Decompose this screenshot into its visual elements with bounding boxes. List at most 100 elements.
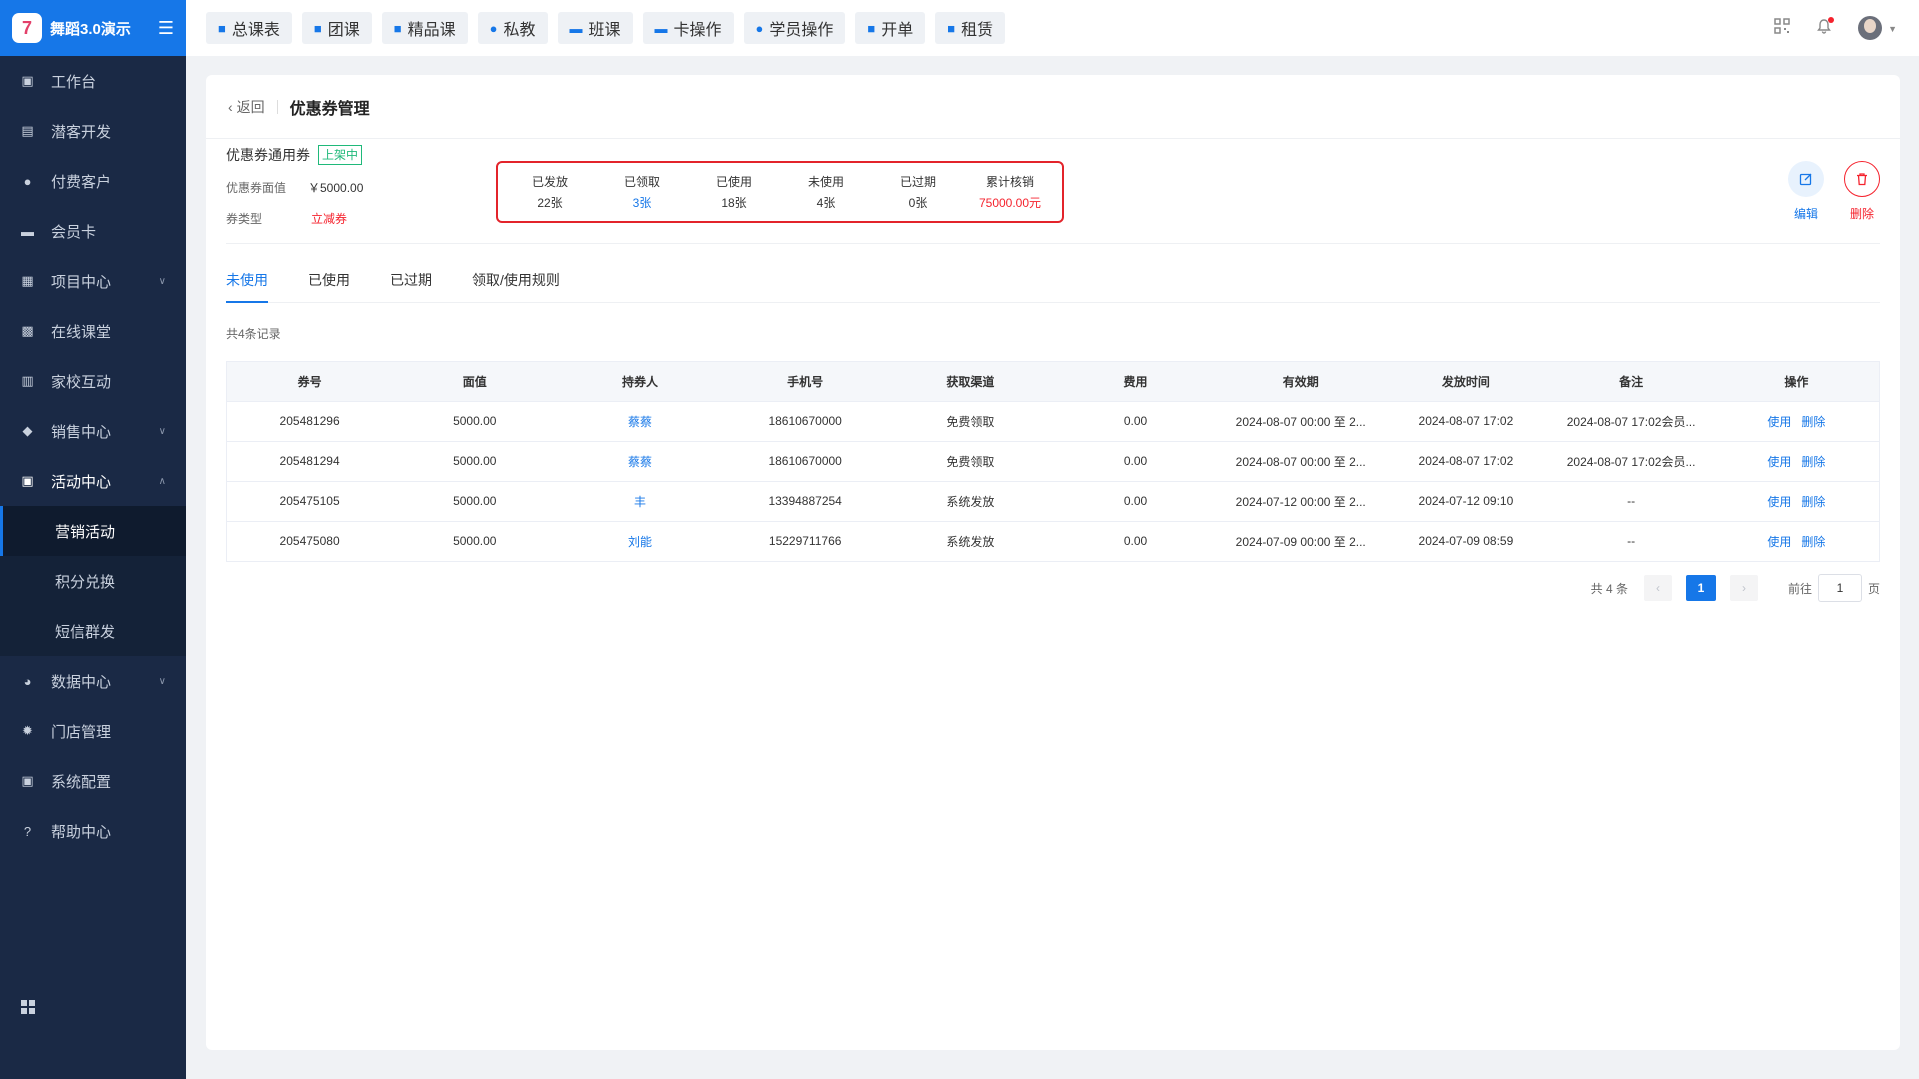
cell-value: 5000.00 — [453, 534, 497, 549]
cell-value: 5000.00 — [392, 441, 558, 482]
tab-expired[interactable]: 已过期 — [390, 263, 432, 303]
cell-holder-link[interactable]: 蔡蔡 — [557, 441, 723, 482]
cell-note: 2024-08-07 17:02会员... — [1548, 401, 1714, 442]
sidebar-item-paid-customers[interactable]: ● 付费客户 — [0, 156, 186, 206]
stat-value: 18张 — [721, 196, 747, 210]
next-page-button[interactable]: › — [1729, 575, 1758, 601]
cell-issued: 2024-07-12 09:10 — [1383, 481, 1549, 522]
use-link[interactable]: 使用 — [1767, 415, 1791, 429]
sidebar-item-online-class[interactable]: ▩ 在线课堂 — [0, 306, 186, 356]
stat-value: 0张 — [908, 196, 928, 210]
sidebar-item-label: 工作台 — [51, 73, 97, 91]
sidebar-item-system[interactable]: ▣ 系统配置 — [0, 756, 186, 806]
prev-page-button[interactable]: ‹ — [1643, 575, 1672, 601]
top-tab-label: 班课 — [588, 22, 621, 39]
cell-issued: 2024-08-07 17:02 — [1383, 401, 1549, 442]
top-tab-label: 私教 — [503, 22, 536, 39]
sidebar-item-activities[interactable]: ▣ 活动中心 ∧ — [0, 456, 186, 506]
column-header: 发放时间 — [1383, 362, 1549, 402]
stat-value: 22张 — [537, 196, 563, 210]
cell-actions: 使用 删除 — [1714, 521, 1879, 561]
sidebar-item-sales[interactable]: ◆ 销售中心 ∨ — [0, 406, 186, 456]
sidebar-subitem-points[interactable]: 积分兑换 — [0, 556, 186, 606]
book-open-icon: ■ — [313, 20, 322, 36]
receipt-icon: ■ — [867, 20, 876, 36]
edit-button[interactable]: 编辑 — [1788, 161, 1824, 222]
user-icon: ● — [755, 20, 764, 36]
top-tab-rental[interactable]: ■ 租赁 — [935, 12, 1006, 44]
top-tab-private[interactable]: ● 私教 — [477, 12, 548, 44]
cell-coupon-no: 205475080 — [279, 534, 340, 549]
sidebar-subitem-sms[interactable]: 短信群发 — [0, 606, 186, 656]
use-link[interactable]: 使用 — [1767, 455, 1791, 469]
face-value-row: 优惠券面值 ￥5000.00 — [226, 179, 363, 196]
sidebar-item-store[interactable]: ✹ 门店管理 — [0, 706, 186, 756]
use-link[interactable]: 使用 — [1767, 535, 1791, 549]
bell-icon[interactable] — [1816, 16, 1835, 39]
sidebar-item-projects[interactable]: ▦ 项目中心 ∨ — [0, 256, 186, 306]
brand-name: 舞蹈3.0演示 — [50, 20, 131, 38]
delete-button[interactable]: 删除 — [1844, 161, 1880, 222]
top-tab-student-ops[interactable]: ● 学员操作 — [743, 12, 846, 44]
sidebar-item-data-center[interactable]: ◕ 数据中心 ∨ — [0, 656, 186, 706]
cell-channel: 免费领取 — [887, 401, 1053, 442]
cell-issued: 2024-08-07 17:02 — [1383, 441, 1549, 482]
sidebar-item-workbench[interactable]: ▣ 工作台 — [0, 56, 186, 106]
face-value-label: 优惠券面值 — [226, 181, 287, 195]
top-tab-group-class[interactable]: ■ 团课 — [301, 12, 372, 44]
delete-link[interactable]: 删除 — [1801, 415, 1825, 429]
stat-used: 已使用 18张 — [688, 163, 780, 221]
page-number-button[interactable]: 1 — [1685, 575, 1716, 601]
column-header: 备注 — [1548, 362, 1714, 402]
users-icon: ● — [23, 173, 32, 189]
cell-holder-link[interactable]: 丰 — [557, 481, 723, 522]
sidebar-item-help[interactable]: ? 帮助中心 — [0, 806, 186, 856]
apps-grid-icon[interactable] — [20, 999, 36, 1015]
delete-link[interactable]: 删除 — [1801, 535, 1825, 549]
delete-link[interactable]: 删除 — [1801, 495, 1825, 509]
back-button[interactable]: ‹ 返回 — [228, 97, 265, 117]
delete-link[interactable]: 删除 — [1801, 455, 1825, 469]
cell-holder-link[interactable]: 刘能 — [557, 521, 722, 561]
cell-holder-link[interactable]: 蔡蔡 — [557, 401, 723, 442]
top-tab-order[interactable]: ■ 开单 — [855, 12, 926, 44]
top-tab-premium-class[interactable]: ■ 精品课 — [381, 12, 468, 44]
cell-actions: 使用 删除 — [1713, 401, 1879, 442]
sidebar-item-home-school[interactable]: ▥ 家校互动 — [0, 356, 186, 406]
sidebar-subitem-marketing[interactable]: 营销活动 — [0, 506, 186, 556]
stat-claimed: 已领取 3张 — [596, 163, 688, 221]
top-tab-schedule[interactable]: ■ 总课表 — [206, 12, 292, 44]
gear-icon: ✹ — [22, 723, 33, 738]
user-menu[interactable]: ▼ — [1858, 16, 1897, 40]
column-header: 获取渠道 — [887, 362, 1053, 402]
stat-label: 累计核销 — [985, 175, 1034, 189]
header-divider — [276, 99, 278, 114]
sidebar-item-label: 系统配置 — [51, 773, 112, 791]
goto-page-input[interactable] — [1817, 574, 1862, 602]
sidebar-item-leads[interactable]: ▤ 潜客开发 — [0, 106, 186, 156]
cell-issued: 2024-07-09 08:59 — [1418, 534, 1514, 549]
qr-code-icon[interactable] — [1774, 17, 1790, 39]
menu-toggle-icon[interactable]: ☰ — [158, 18, 174, 39]
sidebar-item-member-card[interactable]: ▬ 会员卡 — [0, 206, 186, 256]
building-icon: ■ — [947, 20, 956, 36]
cell-phone: 13394887254 — [722, 481, 888, 522]
coupon-actions: 编辑 删除 — [1768, 161, 1880, 222]
stat-label: 已领取 — [623, 175, 660, 189]
tab-used[interactable]: 已使用 — [308, 263, 350, 303]
tab-unused[interactable]: 未使用 — [226, 263, 268, 303]
sidebar-item-label: 销售中心 — [51, 423, 112, 441]
board-icon: ▬ — [569, 20, 583, 36]
cell-validity: 2024-08-07 00:00 至 2... — [1218, 441, 1384, 482]
top-tab-card-ops[interactable]: ▬ 卡操作 — [642, 12, 734, 44]
tab-rules[interactable]: 领取/使用规则 — [472, 263, 560, 303]
cell-coupon-no: 205481296 — [227, 401, 393, 442]
cell-actions: 使用 删除 — [1713, 441, 1879, 482]
face-value: ￥5000.00 — [308, 181, 364, 195]
column-header: 操作 — [1713, 362, 1879, 402]
stat-label: 已过期 — [899, 175, 936, 189]
use-link[interactable]: 使用 — [1767, 495, 1791, 509]
top-tab-class[interactable]: ▬ 班课 — [557, 12, 633, 44]
stat-value[interactable]: 3张 — [596, 194, 688, 211]
table-row: 205475080 5000.00 刘能 15229711766 系统发放 0.… — [227, 521, 1879, 561]
